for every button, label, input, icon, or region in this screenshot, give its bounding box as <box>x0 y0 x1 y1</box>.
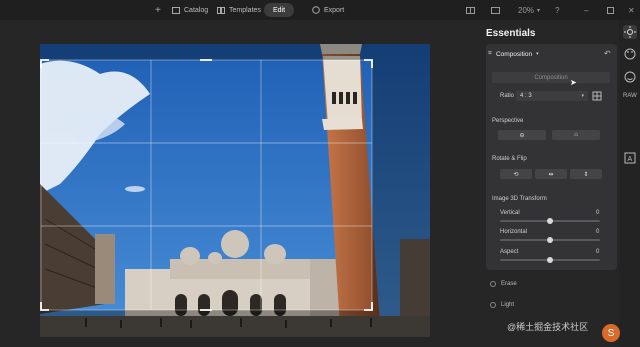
aspect-slider-knob[interactable] <box>547 257 553 263</box>
aspect-label: Aspect <box>500 249 519 255</box>
composition-title: Composition <box>495 50 533 58</box>
photo-canvas[interactable] <box>40 44 430 337</box>
light-label: Light <box>501 302 515 308</box>
app-logo: S <box>602 324 620 342</box>
reset-icon[interactable]: ↶ <box>604 49 611 58</box>
text-icon[interactable]: A <box>623 151 637 165</box>
chevron-down-icon: ▾ <box>581 93 584 99</box>
export-tab[interactable]: Export <box>312 3 344 17</box>
erase-item[interactable]: Erase <box>490 281 517 287</box>
rotate-button[interactable]: ⟲ <box>500 169 532 179</box>
top-bar: + Catalog Templates Edit Export 20% ▾ ? … <box>0 0 640 20</box>
horizontal-value: 0 <box>596 229 600 235</box>
catalog-tab[interactable]: Catalog <box>172 3 208 17</box>
vertical-value: 0 <box>596 210 600 216</box>
flip-vertical-icon: ⇕ <box>583 171 589 178</box>
catalog-icon <box>172 6 180 14</box>
plus-icon: + <box>155 4 161 16</box>
zoom-select[interactable]: 20% ▾ <box>518 4 540 16</box>
close-icon[interactable]: ✕ <box>628 4 635 16</box>
light-icon <box>490 302 496 308</box>
svg-text:A: A <box>628 156 633 163</box>
ratio-value: 4 : 3 <box>520 93 532 99</box>
edit-tab[interactable]: Edit <box>264 3 295 17</box>
photo-image <box>40 44 430 337</box>
ratio-select[interactable]: 4 : 3 ▾ <box>516 91 588 101</box>
palette-icon[interactable] <box>623 47 637 61</box>
ratio-label: Ratio <box>500 93 515 99</box>
rotate-flip-label: Rotate & Flip <box>492 156 527 162</box>
light-item[interactable]: Light <box>490 302 514 308</box>
erase-icon <box>490 281 496 287</box>
minimize-icon[interactable]: – <box>584 4 588 16</box>
vertical-label: Vertical <box>500 210 520 216</box>
chevron-down-icon: ▾ <box>537 7 541 14</box>
erase-label: Erase <box>501 281 517 287</box>
perspective-vertical-icon: ⊖ <box>519 132 525 139</box>
orientation-icon[interactable] <box>592 91 602 101</box>
perspective-label: Perspective <box>492 118 524 124</box>
transform3d-label: Image 3D Transform <box>492 196 547 202</box>
maximize-icon[interactable] <box>607 4 614 16</box>
composition-preset-button[interactable]: Composition <box>492 72 610 83</box>
composition-header[interactable]: ⌗ Composition ▾ <box>488 47 615 61</box>
watermark-text: @稀土掘金技术社区 <box>507 322 589 332</box>
horizontal-slider-knob[interactable] <box>547 237 553 243</box>
export-label: Export <box>324 6 345 14</box>
crop-icon: ⌗ <box>488 50 492 57</box>
perspective-vertical-button[interactable]: ⊖ <box>498 130 546 140</box>
mouse-cursor-icon: ➤ <box>570 78 577 87</box>
flip-vertical-button[interactable]: ⇕ <box>570 169 602 179</box>
edit-label: Edit <box>273 6 286 14</box>
add-button[interactable]: + <box>155 3 161 17</box>
catalog-label: Catalog <box>184 6 209 14</box>
fit-icon[interactable] <box>491 4 500 16</box>
templates-tab[interactable]: Templates <box>217 3 261 17</box>
sun-icon[interactable] <box>623 25 637 39</box>
templates-label: Templates <box>229 6 261 14</box>
rotate-icon: ⟲ <box>513 171 519 178</box>
horizontal-label: Horizontal <box>500 229 528 235</box>
raw-icon[interactable]: RAW <box>623 93 637 107</box>
panel-title: Essentials <box>486 28 536 39</box>
composition-preset-label: Composition <box>534 74 568 81</box>
flip-horizontal-icon: ⇹ <box>548 171 554 178</box>
flip-horizontal-button[interactable]: ⇹ <box>535 169 567 179</box>
tool-rail: RAW A <box>619 20 640 347</box>
vertical-slider-knob[interactable] <box>547 218 553 224</box>
zoom-value: 20% <box>518 5 535 15</box>
perspective-horizontal-icon: ⌂ <box>574 132 578 138</box>
face-icon[interactable] <box>623 70 637 84</box>
export-icon <box>312 6 320 14</box>
chevron-down-icon: ▾ <box>536 51 539 57</box>
perspective-horizontal-button[interactable]: ⌂ <box>552 130 600 140</box>
help-icon[interactable]: ? <box>555 4 559 16</box>
aspect-value: 0 <box>596 249 600 255</box>
compare-icon[interactable] <box>466 4 475 16</box>
templates-icon <box>217 6 225 14</box>
